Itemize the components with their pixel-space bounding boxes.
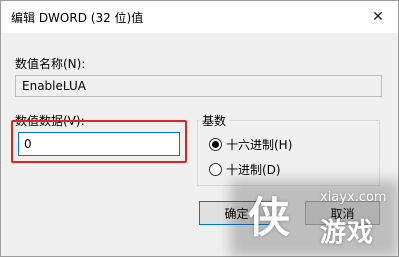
value-name-label: 数值名称(N):: [15, 57, 86, 71]
edit-dword-dialog: 编辑 DWORD (32 位)值 ✕ 数值名称(N): EnableLUA 数值…: [0, 0, 399, 257]
close-button[interactable]: ✕: [358, 1, 398, 33]
radio-selected-icon: [209, 138, 222, 151]
radio-hexadecimal-label: 十六进制(H): [226, 138, 293, 152]
value-name-field: EnableLUA: [15, 75, 382, 97]
base-group-title: 基数: [199, 112, 230, 129]
radio-decimal-label: 十进制(D): [226, 163, 281, 177]
dialog-title: 编辑 DWORD (32 位)值: [11, 11, 144, 25]
cancel-button[interactable]: 取消: [305, 201, 380, 225]
radio-decimal[interactable]: 十进制(D): [209, 161, 281, 178]
radio-unselected-icon: [209, 163, 222, 176]
highlight-box: [11, 120, 187, 163]
ok-button[interactable]: 确定: [199, 201, 274, 225]
close-icon: ✕: [372, 9, 384, 25]
radio-hexadecimal[interactable]: 十六进制(H): [209, 136, 292, 153]
title-bar: 编辑 DWORD (32 位)值 ✕: [1, 1, 398, 33]
